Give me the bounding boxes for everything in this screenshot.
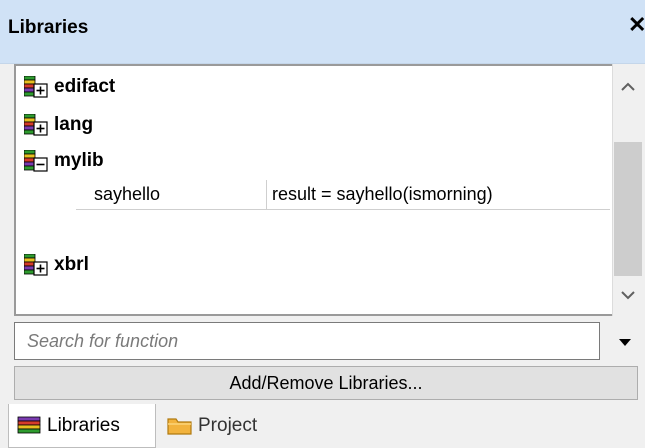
column-divider — [266, 180, 267, 209]
scrollbar-thumb[interactable] — [614, 142, 642, 276]
library-tree: edifact lang mylib sayhello result = say… — [14, 64, 616, 316]
vertical-scrollbar[interactable] — [612, 64, 642, 316]
library-collapsed-icon[interactable] — [24, 114, 48, 136]
tab-label: Project — [198, 415, 258, 436]
scroll-down-icon[interactable] — [613, 280, 643, 310]
library-label: edifact — [54, 76, 116, 97]
panel-title: Libraries — [8, 17, 89, 38]
function-signature: result = sayhello(ismorning) — [272, 184, 493, 204]
panel-titlebar: Libraries ✕ — [0, 0, 645, 64]
function-name: sayhello — [94, 184, 161, 204]
library-expanded-icon[interactable] — [24, 150, 48, 172]
tab-libraries[interactable]: Libraries — [8, 404, 156, 448]
folder-icon — [167, 418, 192, 435]
scroll-up-icon[interactable] — [613, 72, 643, 102]
function-row[interactable]: sayhello result = sayhello(ismorning) — [76, 178, 610, 210]
library-collapsed-icon[interactable] — [24, 76, 48, 98]
library-node-mylib[interactable]: mylib — [24, 146, 104, 176]
add-remove-libraries-button[interactable]: Add/Remove Libraries... — [14, 366, 638, 400]
libraries-tab-icon — [17, 416, 41, 433]
search-field[interactable] — [14, 322, 600, 360]
library-collapsed-icon[interactable] — [24, 254, 48, 276]
library-label: mylib — [54, 150, 104, 171]
tab-bar: Libraries Project — [0, 404, 645, 448]
library-node-lang[interactable]: lang — [24, 110, 93, 140]
tab-label: Libraries — [47, 414, 120, 436]
add-remove-libraries-label: Add/Remove Libraries... — [229, 372, 423, 393]
library-label: xbrl — [54, 254, 89, 275]
library-node-xbrl[interactable]: xbrl — [24, 250, 89, 280]
close-icon[interactable]: ✕ — [628, 14, 645, 36]
library-label: lang — [54, 114, 94, 135]
search-input[interactable] — [15, 323, 599, 359]
library-node-edifact[interactable]: edifact — [24, 72, 115, 102]
dropdown-arrow-icon[interactable] — [614, 332, 636, 352]
tab-project[interactable]: Project — [160, 404, 310, 448]
